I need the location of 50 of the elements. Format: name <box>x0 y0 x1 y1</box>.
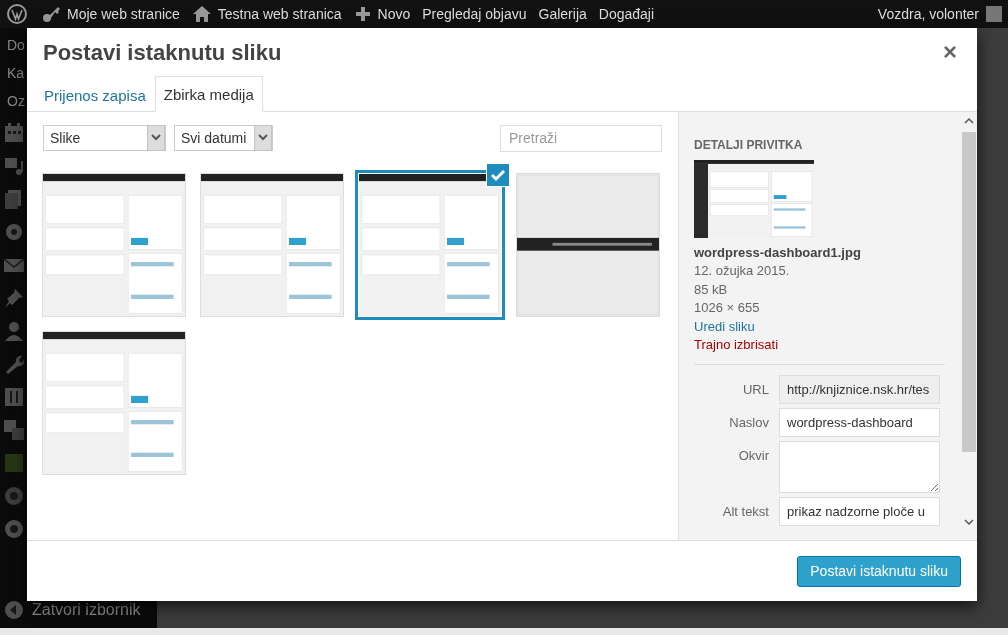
translate-icon[interactable] <box>3 418 25 441</box>
menu-item[interactable]: Ka <box>0 60 25 87</box>
sliders-icon[interactable] <box>3 385 25 408</box>
field-label: URL <box>742 380 769 397</box>
collapse-icon[interactable] <box>4 600 24 620</box>
menu-item[interactable]: Oz <box>0 88 25 115</box>
calendar-icon[interactable] <box>3 121 25 144</box>
delete-link[interactable]: Trajno izbrisati <box>694 336 945 355</box>
text-field[interactable]: wordpress-dashboard <box>779 407 940 437</box>
toolbar-link[interactable]: Galerija <box>538 6 599 22</box>
toolbar-link[interactable]: Pregledaj objavu <box>422 6 539 22</box>
section-heading: DETALJI PRIVITKA <box>694 138 804 152</box>
close-button[interactable]: × <box>939 40 961 64</box>
caption-field[interactable] <box>779 440 940 493</box>
square-icon[interactable] <box>3 451 25 474</box>
caret-icon <box>147 125 165 151</box>
user-icon[interactable] <box>3 319 25 342</box>
plus-icon <box>353 5 372 23</box>
checkmark-icon[interactable] <box>486 163 510 187</box>
collapse-menu-link[interactable]: Zatvori izbornik <box>32 601 141 619</box>
image-dimensions: 1026 × 655 <box>694 299 761 317</box>
field-label: Naslov <box>728 413 769 430</box>
text-field[interactable]: prikaz nadzorne ploče u <box>779 496 940 526</box>
field-label: Alt tekst <box>721 502 769 519</box>
dialog-title: Postavi istaknutu sliku <box>43 39 282 66</box>
filter-dropdown[interactable]: Svi datumi <box>174 125 273 151</box>
tab[interactable]: Prijenos zapisa <box>35 77 155 112</box>
tab[interactable]: Zbirka medija <box>154 76 263 112</box>
filter-dropdown[interactable]: Slike <box>43 125 166 151</box>
pin-icon[interactable] <box>3 286 25 309</box>
field-label: Okvir <box>737 446 769 463</box>
upload-date: 12. ožujka 2015. <box>694 262 791 280</box>
user-menu[interactable]: Vozdra, volonter <box>877 6 1002 22</box>
search-field[interactable]: Pretraži <box>500 124 662 152</box>
home-icon <box>191 4 212 24</box>
toolbar-menu[interactable]: Novo <box>353 5 423 23</box>
toolbar-menu[interactable]: Testna web stranica <box>191 4 354 24</box>
lifebuoy-icon[interactable] <box>3 517 25 540</box>
circle-icon[interactable] <box>3 484 25 507</box>
wordpress-logo-icon[interactable] <box>7 4 27 24</box>
key-icon <box>41 4 61 24</box>
file-size: 85 kB <box>694 280 729 299</box>
file-name: wordpress-dashboard1.jpg <box>694 244 862 262</box>
toolbar-menu[interactable]: Moje web stranice <box>41 4 192 24</box>
avatar-icon <box>986 6 1002 22</box>
edit-image-link[interactable]: Uredi sliku <box>694 317 945 336</box>
text-field[interactable]: http://knjiznice.nsk.hr/tes <box>779 374 940 404</box>
caret-icon <box>254 125 272 151</box>
menu-item[interactable]: Do <box>0 32 25 59</box>
toolbar-link[interactable]: Događaji <box>598 6 667 22</box>
